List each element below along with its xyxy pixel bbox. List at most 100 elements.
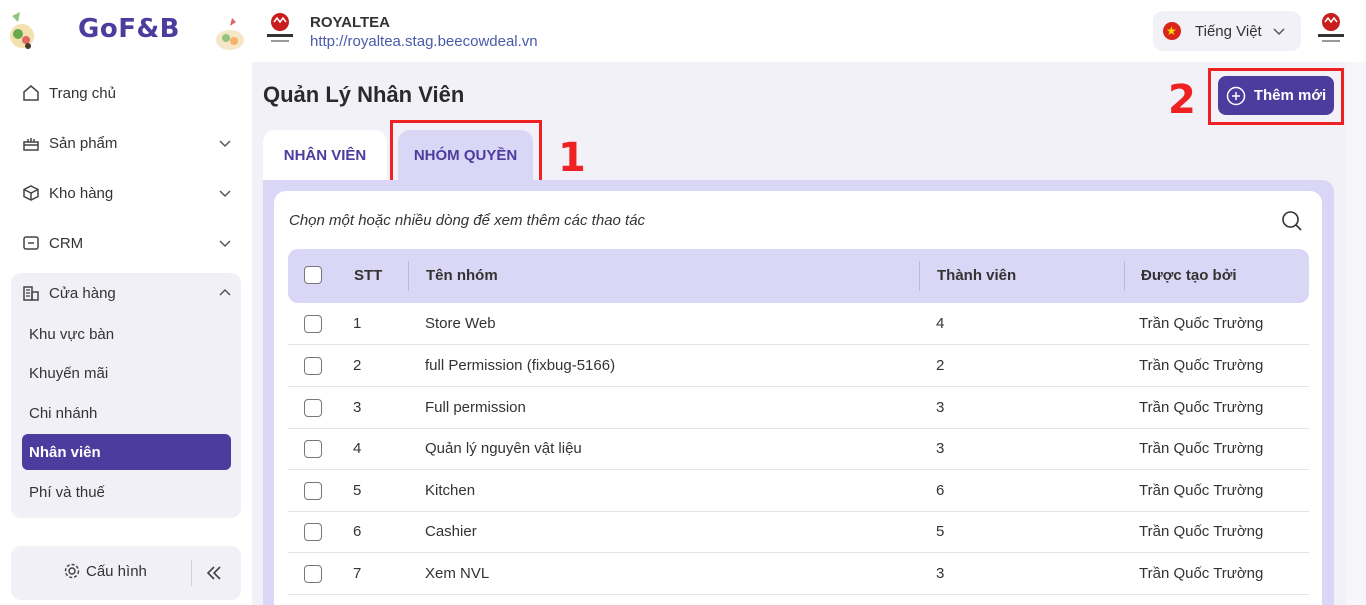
- row-members: 3: [936, 565, 945, 582]
- store-logo-icon: [267, 13, 293, 42]
- table-card: Chọn một hoặc nhiều dòng để xem thêm các…: [274, 191, 1322, 605]
- nav-promotions[interactable]: Khuyến mãi: [22, 355, 231, 391]
- row-members: 3: [936, 440, 945, 457]
- account-avatar[interactable]: [1314, 10, 1348, 48]
- nav-home[interactable]: Trang chủ: [11, 73, 241, 113]
- row-created-by: Trần Quốc Trường: [1139, 440, 1264, 457]
- row-stt: 2: [353, 357, 362, 374]
- collapse-sidebar-icon[interactable]: [203, 562, 225, 584]
- row-group-name: Cashier: [425, 523, 477, 540]
- row-checkbox[interactable]: [304, 315, 322, 333]
- row-group-name: Xem NVL: [425, 565, 490, 582]
- plus-circle-icon: [1226, 86, 1246, 105]
- box-icon: [23, 185, 39, 201]
- table-row[interactable]: 3 Full permission 3 Trần Quốc Trường: [288, 387, 1309, 429]
- sidebar: GoF&B Trang chủ Sản phẩm Kho hàng CRM Cử…: [0, 0, 252, 605]
- store-name: ROYALTEA: [310, 14, 391, 31]
- table-header: STT Tên nhóm Thành viên Được tạo bởi: [288, 249, 1309, 303]
- tab-panel: Chọn một hoặc nhiều dòng để xem thêm các…: [263, 180, 1334, 605]
- nav-store[interactable]: Cửa hàng: [11, 273, 241, 313]
- row-checkbox[interactable]: [304, 357, 322, 375]
- settings-icon: [64, 563, 80, 579]
- row-created-by: Trần Quốc Trường: [1139, 357, 1264, 374]
- table-row[interactable]: 4 Quản lý nguyên vật liệu 3 Trần Quốc Tr…: [288, 428, 1309, 470]
- table-row[interactable]: 6 Cashier 5 Trần Quốc Trường: [288, 511, 1309, 553]
- chevron-down-icon: [1273, 28, 1285, 36]
- column-header-created-by: Được tạo bởi: [1141, 267, 1237, 284]
- annotation-number-2: 2: [1168, 77, 1196, 123]
- brand-logo[interactable]: GoF&B: [78, 14, 180, 44]
- nav-store-label: Cửa hàng: [49, 284, 116, 302]
- row-members: 3: [936, 399, 945, 416]
- food-bowl-icon: [216, 18, 244, 50]
- tab-staff[interactable]: NHÂN VIÊN: [263, 130, 387, 180]
- nav-crm-label: CRM: [49, 234, 84, 252]
- row-stt: 3: [353, 399, 362, 416]
- nav-table-area[interactable]: Khu vực bàn: [22, 316, 231, 352]
- config-section: Cấu hình: [11, 546, 241, 600]
- nav-products[interactable]: Sản phẩm: [11, 123, 241, 163]
- add-new-label: Thêm mới: [1253, 87, 1327, 104]
- selection-hint: Chọn một hoặc nhiều dòng để xem thêm các…: [289, 212, 646, 229]
- crm-icon: [23, 236, 39, 250]
- table-row[interactable]: 7 Xem NVL 3 Trần Quốc Trường: [288, 553, 1309, 595]
- column-header-stt: STT: [354, 267, 383, 284]
- row-members: 4: [936, 315, 945, 332]
- store-icon: [23, 286, 39, 301]
- row-members: 6: [936, 482, 945, 499]
- search-icon[interactable]: [1280, 209, 1304, 233]
- row-created-by: Trần Quốc Trường: [1139, 565, 1264, 582]
- row-stt: 5: [353, 482, 362, 499]
- nav-products-label: Sản phẩm: [49, 134, 118, 152]
- row-checkbox[interactable]: [304, 482, 322, 500]
- brand: GoF&B: [0, 0, 252, 64]
- nav-fees-taxes[interactable]: Phí và thuế: [22, 474, 231, 510]
- row-stt: 6: [353, 523, 362, 540]
- row-group-name: Kitchen: [425, 482, 476, 499]
- config-button[interactable]: Cấu hình: [63, 562, 147, 580]
- nav-staff[interactable]: Nhân viên: [22, 434, 231, 470]
- row-members: 5: [936, 523, 945, 540]
- table-row[interactable]: 2 full Permission (fixbug-5166) 2 Trần Q…: [288, 345, 1309, 387]
- food-decoration-icon: [10, 12, 34, 49]
- nav-home-label: Trang chủ: [49, 84, 116, 102]
- divider: [191, 560, 192, 586]
- nav-branches[interactable]: Chi nhánh: [22, 395, 231, 431]
- row-created-by: Trần Quốc Trường: [1139, 315, 1264, 332]
- column-header-group-name: Tên nhóm: [426, 267, 498, 284]
- row-group-name: Quản lý nguyên vật liệu: [425, 440, 582, 457]
- row-checkbox[interactable]: [304, 440, 322, 458]
- table-row[interactable]: 1 Store Web 4 Trần Quốc Trường: [288, 303, 1309, 345]
- column-divider: [1124, 261, 1125, 291]
- table-row[interactable]: 5 Kitchen 6 Trần Quốc Trường: [288, 470, 1309, 512]
- row-created-by: Trần Quốc Trường: [1139, 399, 1264, 416]
- column-header-members: Thành viên: [937, 267, 1017, 284]
- chevron-up-icon: [219, 288, 231, 296]
- row-members: 2: [936, 357, 945, 374]
- page-title: Quản Lý Nhân Viên: [263, 82, 465, 107]
- row-checkbox[interactable]: [304, 399, 322, 417]
- row-created-by: Trần Quốc Trường: [1139, 523, 1264, 540]
- row-checkbox[interactable]: [304, 565, 322, 583]
- row-stt: 1: [353, 315, 362, 332]
- row-checkbox[interactable]: [304, 523, 322, 541]
- vietnam-flag-icon: [1163, 22, 1181, 40]
- row-stt: 4: [353, 440, 362, 457]
- column-divider: [919, 261, 920, 291]
- select-all-checkbox[interactable]: [304, 266, 322, 284]
- row-stt: 7: [353, 565, 362, 582]
- nav-inventory[interactable]: Kho hàng: [11, 173, 241, 213]
- add-new-button[interactable]: Thêm mới: [1218, 76, 1334, 115]
- row-group-name: Full permission: [425, 399, 526, 416]
- row-group-name: full Permission (fixbug-5166): [425, 357, 616, 374]
- main-content: Quản Lý Nhân Viên 2 Thêm mới NHÂN VIÊN N…: [252, 62, 1346, 605]
- top-header: ROYALTEA http://royaltea.stag.beecowdeal…: [252, 0, 1366, 62]
- nav-crm[interactable]: CRM: [11, 223, 241, 263]
- chevron-down-icon: [219, 190, 231, 198]
- home-icon: [23, 85, 39, 101]
- store-url-link[interactable]: http://royaltea.stag.beecowdeal.vn: [310, 33, 538, 50]
- language-selector[interactable]: Tiếng Việt: [1153, 11, 1301, 51]
- annotation-number-1: 1: [558, 135, 586, 181]
- row-group-name: Store Web: [425, 315, 496, 332]
- nav-inventory-label: Kho hàng: [49, 184, 114, 202]
